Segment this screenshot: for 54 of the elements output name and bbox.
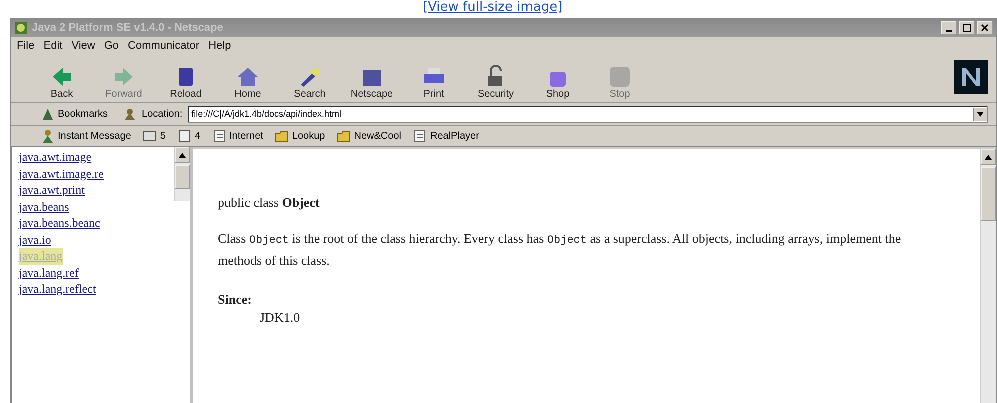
class-declaration: public class Object	[218, 195, 321, 211]
toolbar-button[interactable]: Back	[33, 65, 91, 100]
class-description: Class Object is the root of the class hierarchy. Every class has Object as a superclass. All objects, including arrays, implement the methods of this class.	[218, 230, 902, 270]
package-link[interactable]: java.awt.print	[19, 182, 174, 198]
package-link[interactable]: java.lang.ref	[19, 264, 174, 281]
scrollbar[interactable]	[980, 149, 996, 403]
personal-toolbar-button[interactable]: Instant Message	[41, 129, 132, 143]
scrollbar-thumb[interactable]	[175, 165, 190, 189]
close-button[interactable]	[977, 21, 993, 35]
toolbar-button[interactable]: Print	[405, 65, 463, 100]
package-link[interactable]: java.beans.beanc	[19, 215, 174, 232]
close-icon	[981, 24, 989, 32]
view-full-size-image-link[interactable]: [View full-size image]	[423, 0, 563, 18]
personal-toolbar-button[interactable]: Lookup	[275, 129, 326, 143]
location-field[interactable]: file:///C|/A/jdk1.4b/docs/api/index.html	[188, 106, 988, 122]
toolbar-button[interactable]: Search	[281, 65, 339, 100]
toolbar-button[interactable]: Shop	[529, 65, 587, 100]
personal-toolbar-button[interactable]: New&Cool	[337, 129, 402, 143]
menu-item[interactable]: Help	[208, 40, 232, 52]
maximize-icon	[963, 24, 971, 32]
menu-item[interactable]: File	[17, 40, 35, 52]
personal-toolbar-button[interactable]: RealPlayer	[413, 129, 480, 143]
personal-toolbar-button[interactable]: Internet	[212, 129, 264, 143]
menu-item[interactable]: Go	[104, 40, 120, 52]
personal-toolbar-button[interactable]: 5	[143, 129, 166, 143]
package-link[interactable]: java.beans	[19, 198, 174, 215]
scrollbar-thumb[interactable]	[981, 167, 996, 221]
dropdown-arrow-icon	[977, 112, 984, 116]
folder-icon	[337, 129, 352, 143]
minimize-button[interactable]	[941, 21, 957, 35]
scroll-up-arrow-icon	[179, 152, 186, 158]
toolbar-button[interactable]: Netscape	[343, 65, 401, 100]
location-label: Location:	[142, 108, 183, 120]
folder-icon	[275, 129, 290, 143]
scrollbar[interactable]	[174, 147, 190, 201]
since-value: JDK1.0	[260, 310, 302, 326]
netscape-logo	[954, 60, 988, 94]
toolbar-button[interactable]: Home	[219, 65, 277, 100]
toolbar-button[interactable]: Security	[467, 65, 525, 100]
window-title: Java 2 Platform SE v1.4.0 - Netscape	[32, 22, 224, 34]
menu-item[interactable]: View	[72, 40, 96, 52]
menu-item[interactable]: Edit	[44, 40, 63, 52]
toolbar-button[interactable]: Reload	[157, 65, 215, 100]
personal-toolbar-button[interactable]: 4	[178, 129, 200, 143]
person-icon	[41, 129, 55, 143]
package-link[interactable]: java.lang.reflect	[19, 281, 174, 298]
scroll-up-arrow-icon	[985, 154, 992, 160]
package-link[interactable]: java.io	[19, 232, 174, 248]
maximize-button[interactable]	[959, 21, 975, 35]
package-link[interactable]: java.awt.image.re	[19, 166, 174, 182]
package-link[interactable]: java.awt.image	[19, 149, 174, 166]
menu-item[interactable]: Communicator	[128, 40, 200, 52]
since-label: Since:	[218, 292, 253, 308]
bookmarks-button[interactable]: Bookmarks	[41, 107, 108, 121]
